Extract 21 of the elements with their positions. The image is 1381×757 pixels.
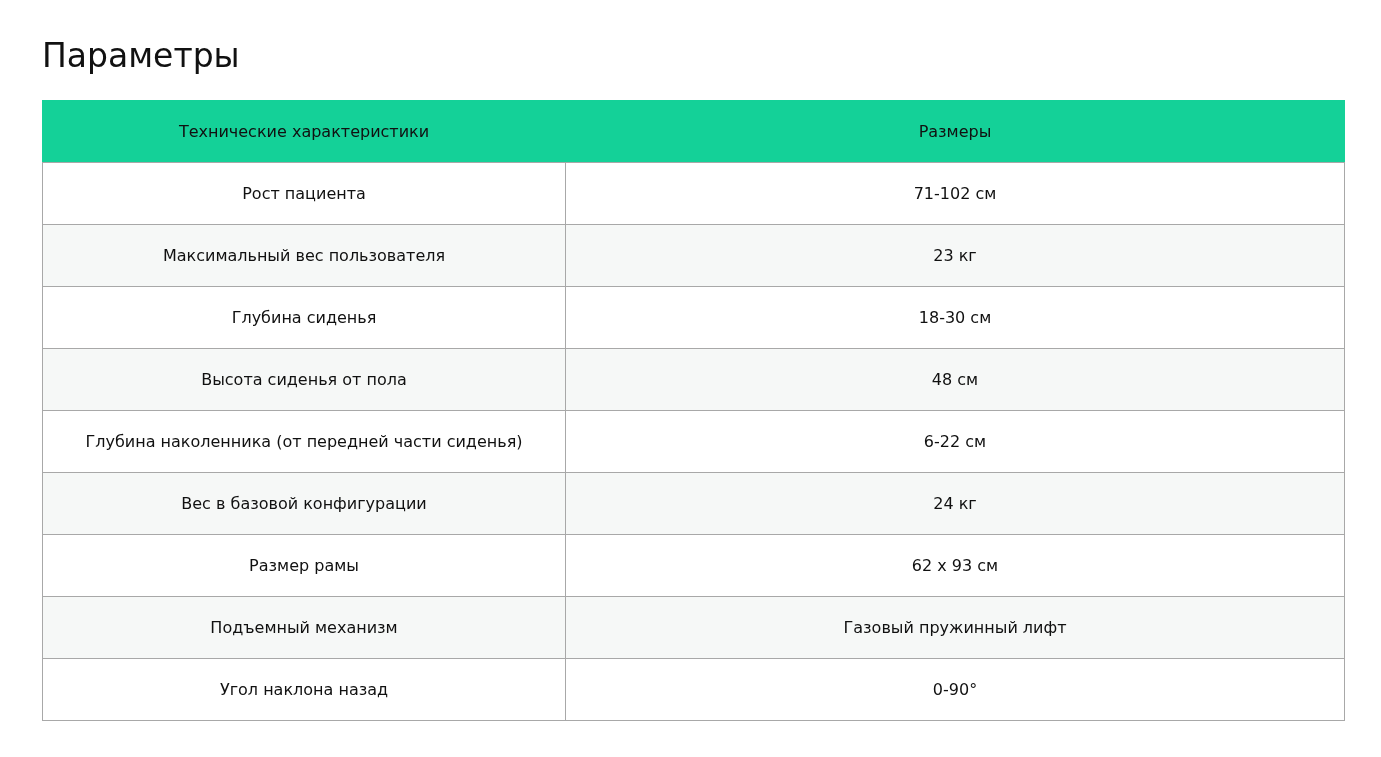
table-cell: 62 x 93 см: [565, 534, 1345, 597]
table-cell: 18-30 см: [565, 286, 1345, 349]
table-cell: Глубина наколенника (от передней части сиденья): [42, 410, 566, 473]
table-cell: Вес в базовой конфигурации: [42, 472, 566, 535]
table-cell: Подъемный механизм: [42, 596, 566, 659]
table-cell: 23 кг: [565, 224, 1345, 287]
table-cell: Глубина сиденья: [42, 286, 566, 349]
page-title: Параметры: [42, 35, 241, 77]
table-cell: Высота сиденья от пола: [42, 348, 566, 411]
table-cell: Газовый пружинный лифт: [565, 596, 1345, 659]
table-cell: 48 см: [565, 348, 1345, 411]
table-cell: Максимальный вес пользователя: [42, 224, 566, 287]
table-cell: 0-90°: [565, 658, 1345, 721]
table-cell: Угол наклона назад: [42, 658, 566, 721]
table-cell: 24 кг: [565, 472, 1345, 535]
column-header: Размеры: [565, 100, 1345, 163]
table-cell: Размер рамы: [42, 534, 566, 597]
table-cell: 71-102 см: [565, 162, 1345, 225]
table-cell: 6-22 см: [565, 410, 1345, 473]
table-cell: Рост пациента: [42, 162, 566, 225]
column-header: Технические характеристики: [42, 100, 566, 163]
